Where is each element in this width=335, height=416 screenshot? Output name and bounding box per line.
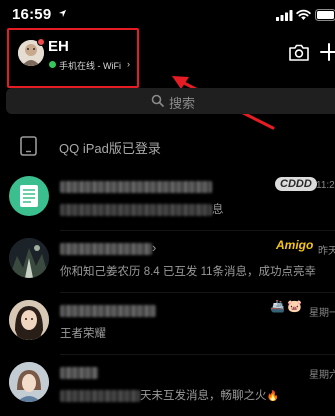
device-login-label: QQ iPad版已登录 xyxy=(59,141,161,156)
location-arrow-icon xyxy=(58,9,67,18)
boat-icon: 🚢 xyxy=(270,299,285,313)
redacted-title xyxy=(60,304,156,317)
chevron-right-icon: › xyxy=(127,59,130,69)
cellular-signal-icon xyxy=(276,10,293,21)
chat-avatar xyxy=(9,176,49,216)
profile-name: EH xyxy=(48,38,69,55)
search-placeholder: 搜索 xyxy=(169,96,196,111)
chat-item[interactable]: › 你和知己姜农历 8.4 已互发 11条消息，成功点亮幸 Amigo 昨天 xyxy=(0,230,335,292)
device-login-row[interactable]: QQ iPad版已登录 xyxy=(0,130,335,162)
notification-dot xyxy=(37,38,45,46)
chat-message: 息 xyxy=(60,201,224,217)
chevron-right-icon: › xyxy=(152,240,157,255)
chat-time: 昨天 xyxy=(318,246,335,257)
redacted-title xyxy=(60,366,98,379)
chat-message: 天未互发消息，畅聊之火🔥 xyxy=(60,387,279,403)
avatar-image xyxy=(9,300,49,340)
chat-message: 王者荣耀 xyxy=(60,328,106,340)
tablet-icon xyxy=(20,136,37,156)
redacted-message xyxy=(60,203,212,216)
chat-title: › xyxy=(60,240,157,255)
chat-item[interactable]: 天未互发消息，畅聊之火🔥 星期六 xyxy=(0,354,335,416)
chat-time: 星期一 xyxy=(309,308,335,319)
chat-badge: Amigo xyxy=(276,238,314,252)
add-icon[interactable] xyxy=(320,43,335,61)
chat-avatar xyxy=(9,238,49,278)
status-time: 16:59 xyxy=(12,6,52,23)
redacted-message xyxy=(60,389,140,402)
online-status-dot xyxy=(49,61,56,68)
chat-item[interactable]: 王者荣耀 🚢 🐷 星期一 xyxy=(0,292,335,354)
fire-icon: 🔥 xyxy=(266,391,279,402)
redacted-title xyxy=(60,180,212,193)
status-bar: 16:59 xyxy=(0,0,335,28)
wifi-icon xyxy=(296,9,311,20)
document-icon xyxy=(20,185,38,207)
chat-message-text: 息 xyxy=(212,204,224,216)
chat-title xyxy=(60,364,98,379)
chat-title xyxy=(60,178,212,193)
camera-icon[interactable] xyxy=(289,44,309,61)
chat-badge: CDDD xyxy=(275,177,317,191)
battery-icon xyxy=(315,9,335,21)
redacted-title xyxy=(60,242,152,255)
search-icon xyxy=(151,94,164,107)
chat-item[interactable]: 息 CDDD 11:2 xyxy=(0,168,335,230)
avatar-image xyxy=(9,362,49,402)
pig-icon: 🐷 xyxy=(287,299,302,313)
search-bar[interactable]: 搜索 xyxy=(6,88,335,114)
chat-message-text: 天未互发消息，畅聊之火 xyxy=(140,390,267,402)
chat-avatar xyxy=(9,362,49,402)
chat-time: 11:2 xyxy=(316,180,335,191)
online-status-text[interactable]: 手机在线 - WiFi xyxy=(59,59,121,72)
chat-title xyxy=(60,302,156,317)
chat-time: 星期六 xyxy=(309,370,335,381)
chat-avatar xyxy=(9,300,49,340)
avatar-image xyxy=(9,238,49,278)
chat-message: 你和知己姜农历 8.4 已互发 11条消息，成功点亮幸 xyxy=(60,266,317,278)
profile-header[interactable]: EH 手机在线 - WiFi › xyxy=(7,28,139,88)
